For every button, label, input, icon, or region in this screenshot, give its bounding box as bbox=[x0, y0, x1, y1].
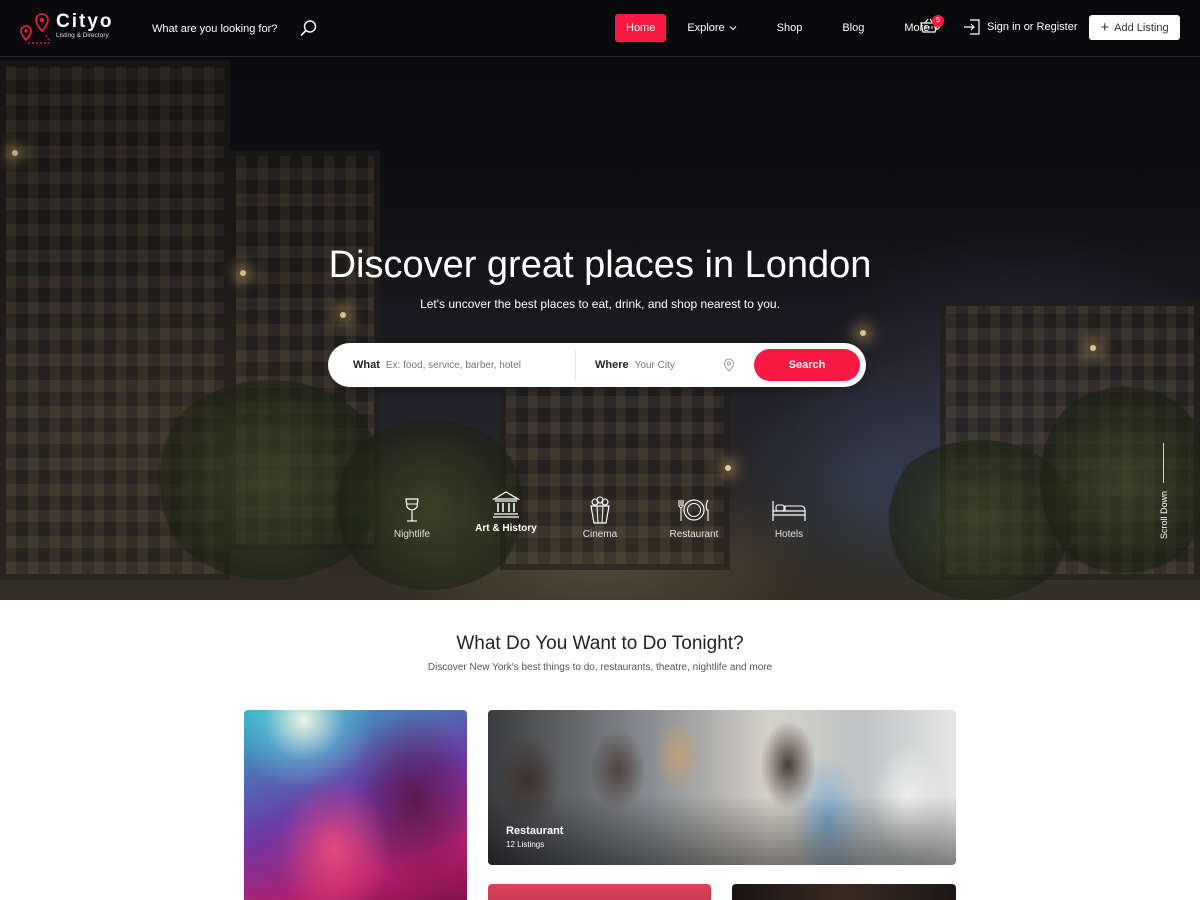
nav-shop-label: Shop bbox=[776, 22, 803, 34]
category-list: Nightlife Art & History Cinema Restauran… bbox=[0, 491, 1200, 555]
what-label: What bbox=[353, 359, 380, 371]
category-card-restaurant[interactable]: Restaurant 12 Listings bbox=[488, 710, 956, 865]
chevron-down-icon bbox=[729, 26, 736, 31]
category-hotels-label: Hotels bbox=[774, 529, 804, 540]
dining-icon bbox=[678, 499, 709, 521]
header-search-label[interactable]: What are you looking for? bbox=[152, 23, 277, 35]
museum-icon bbox=[492, 491, 520, 518]
section-title: What Do You Want to Do Tonight? bbox=[456, 633, 744, 654]
where-input[interactable] bbox=[634, 359, 735, 371]
cart-button[interactable]: 5 bbox=[920, 15, 944, 38]
category-nightlife-label: Nightlife bbox=[393, 529, 431, 540]
card-label: Restaurant 12 Listings bbox=[506, 825, 563, 849]
category-cinema-label: Cinema bbox=[582, 529, 618, 540]
location-pin-icon[interactable] bbox=[723, 358, 735, 372]
what-input[interactable] bbox=[385, 359, 566, 371]
map-pin-icon bbox=[18, 12, 52, 46]
category-hotels[interactable]: Hotels bbox=[744, 495, 834, 540]
what-field[interactable]: What bbox=[353, 343, 566, 387]
add-listing-button[interactable]: + Add Listing bbox=[1089, 15, 1180, 40]
brand-name: Cityo bbox=[56, 11, 114, 32]
search-divider bbox=[575, 349, 576, 381]
where-label: Where bbox=[595, 359, 629, 371]
nav-blog[interactable]: Blog bbox=[831, 14, 875, 42]
where-field[interactable]: Where bbox=[595, 343, 735, 387]
category-card[interactable] bbox=[732, 884, 956, 900]
category-restaurant-label: Restaurant bbox=[669, 529, 719, 540]
plus-icon: + bbox=[1100, 18, 1110, 36]
search-icon[interactable] bbox=[300, 19, 318, 37]
popcorn-icon bbox=[590, 496, 610, 524]
hero-search-bar: What Where Search bbox=[328, 343, 866, 387]
signin-link[interactable]: Sign in or Register bbox=[963, 18, 1078, 36]
category-card[interactable] bbox=[488, 884, 711, 900]
nav-explore-label: Explore bbox=[687, 22, 725, 34]
scroll-line bbox=[1163, 443, 1164, 483]
site-header: Cityo Listing & Directory What are you l… bbox=[0, 0, 1200, 57]
logo[interactable]: Cityo Listing & Directory bbox=[18, 12, 114, 46]
category-cinema[interactable]: Cinema bbox=[555, 495, 645, 540]
bed-icon bbox=[772, 501, 806, 521]
nav-explore[interactable]: Explore bbox=[676, 14, 747, 42]
wine-glass-icon bbox=[405, 498, 419, 522]
card-name: Restaurant bbox=[506, 825, 564, 837]
nav-home-label: Home bbox=[626, 22, 656, 34]
category-art-history-label: Art & History bbox=[475, 523, 537, 534]
nav-home[interactable]: Home bbox=[615, 14, 667, 42]
hero-subtitle: Let's uncover the best places to eat, dr… bbox=[420, 297, 780, 311]
signin-label: Sign in or Register bbox=[987, 21, 1078, 33]
card-count: 12 Listings bbox=[506, 840, 545, 849]
nav-blog-label: Blog bbox=[842, 22, 865, 34]
add-listing-label: Add Listing bbox=[1114, 21, 1169, 34]
brand-tagline: Listing & Directory bbox=[56, 32, 109, 39]
search-button[interactable]: Search bbox=[754, 349, 860, 381]
category-card-nightlife[interactable] bbox=[244, 710, 467, 900]
category-restaurant[interactable]: Restaurant bbox=[649, 495, 739, 540]
main-nav: Home Explore Shop Blog More bbox=[615, 14, 952, 42]
logo-text: Cityo Listing & Directory bbox=[56, 12, 114, 40]
category-nightlife[interactable]: Nightlife bbox=[367, 495, 457, 540]
nav-shop[interactable]: Shop bbox=[766, 14, 814, 42]
section-subtitle: Discover New York's best things to do, r… bbox=[427, 662, 773, 673]
scroll-down-label: Scroll Down bbox=[1159, 491, 1169, 540]
cart-count-badge: 5 bbox=[932, 15, 944, 27]
scroll-down-indicator[interactable]: Scroll Down bbox=[1152, 443, 1176, 548]
hero-title: Discover great places in London bbox=[328, 244, 872, 286]
category-art-history[interactable]: Art & History bbox=[461, 489, 551, 534]
header-search[interactable]: What are you looking for? bbox=[152, 18, 327, 40]
login-icon bbox=[964, 19, 980, 35]
